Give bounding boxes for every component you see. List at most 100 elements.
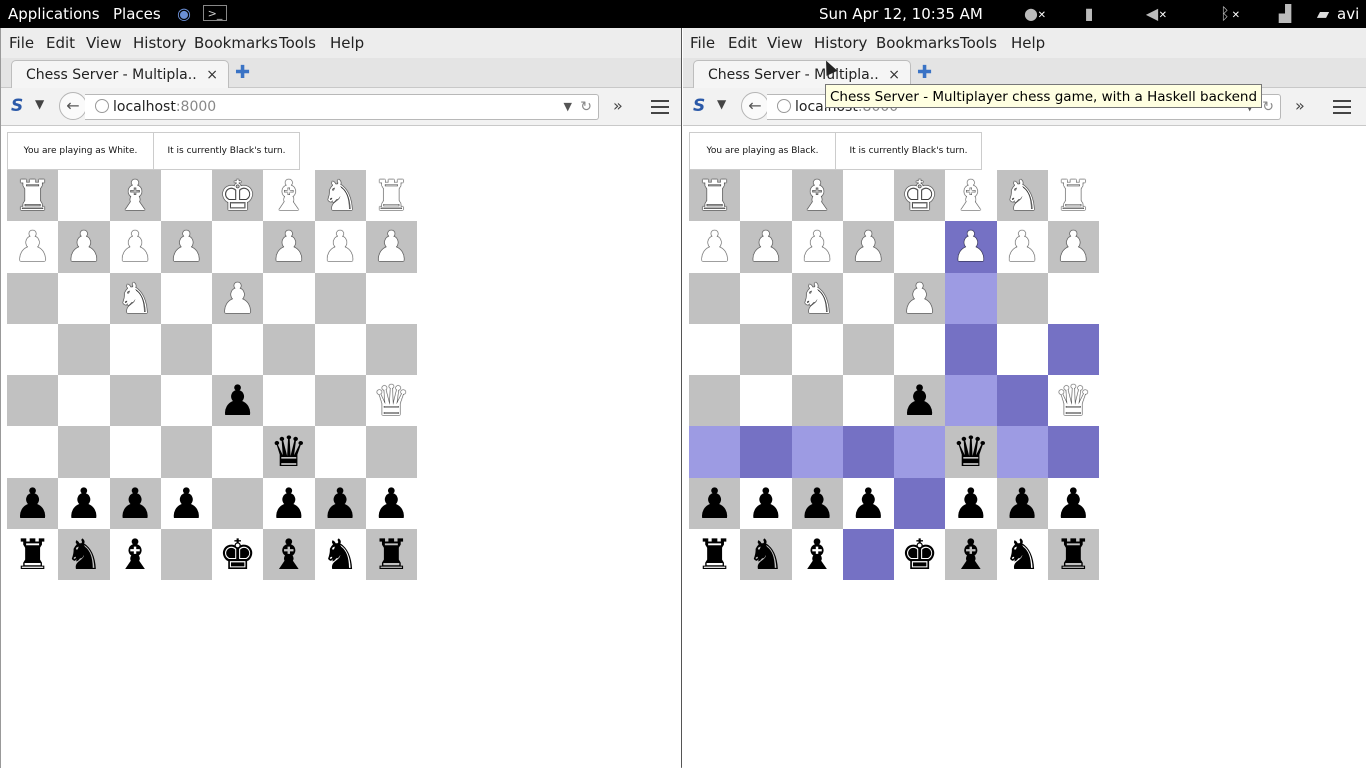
board-square[interactable]	[689, 323, 741, 375]
white-pawn-icon[interactable]: ♟	[212, 272, 264, 324]
board-square-highlighted[interactable]	[689, 426, 741, 478]
board-square[interactable]	[365, 426, 417, 478]
white-pawn-icon[interactable]: ♟	[894, 272, 946, 324]
board-square-highlighted[interactable]	[1047, 323, 1099, 375]
black-pawn-icon[interactable]: ♟	[365, 477, 417, 529]
board-square[interactable]	[212, 323, 264, 375]
applications-menu[interactable]: Applications	[8, 0, 100, 28]
black-bishop-icon[interactable]: ♝	[109, 528, 161, 580]
black-pawn-icon[interactable]: ♟	[160, 477, 212, 529]
black-pawn-icon[interactable]: ♟	[263, 477, 315, 529]
black-pawn-icon[interactable]: ♟	[689, 477, 741, 529]
black-king-icon[interactable]: ♚	[212, 528, 264, 580]
back-button[interactable]: ←	[741, 92, 769, 120]
board-square[interactable]	[109, 375, 161, 427]
white-pawn-icon[interactable]: ♟	[109, 221, 161, 273]
white-rook-icon[interactable]: ♜	[1047, 170, 1099, 222]
board-square[interactable]	[160, 426, 212, 478]
black-rook-icon[interactable]: ♜	[689, 528, 741, 580]
black-knight-icon[interactable]: ♞	[740, 528, 792, 580]
board-square[interactable]	[160, 272, 212, 324]
white-knight-icon[interactable]: ♞	[109, 272, 161, 324]
board-square[interactable]	[365, 323, 417, 375]
browser-globe-icon[interactable]: ◉	[173, 4, 195, 24]
board-square[interactable]	[58, 375, 110, 427]
sync-icon[interactable]: S	[693, 96, 705, 116]
menu-help[interactable]: Help	[330, 28, 364, 58]
board-square[interactable]	[842, 375, 894, 427]
board-square[interactable]	[996, 272, 1048, 324]
board-square[interactable]	[842, 272, 894, 324]
white-knight-icon[interactable]: ♞	[314, 170, 366, 222]
menu-file[interactable]: File	[9, 28, 34, 58]
board-square-highlighted[interactable]	[996, 426, 1048, 478]
board-square[interactable]	[314, 426, 366, 478]
black-rook-icon[interactable]: ♜	[1047, 528, 1099, 580]
board-square[interactable]	[212, 426, 264, 478]
board-square-highlighted[interactable]	[842, 426, 894, 478]
menu-tools[interactable]: Tools	[960, 28, 997, 58]
menu-view[interactable]: View	[767, 28, 803, 58]
board-square[interactable]	[109, 426, 161, 478]
white-pawn-icon[interactable]: ♟	[945, 221, 997, 273]
board-square[interactable]	[894, 323, 946, 375]
menu-file[interactable]: File	[690, 28, 715, 58]
board-square[interactable]	[160, 170, 212, 222]
board-square[interactable]	[842, 323, 894, 375]
chevron-down-icon[interactable]: ▼	[35, 97, 44, 111]
board-square[interactable]	[7, 375, 59, 427]
black-pawn-icon[interactable]: ♟	[1047, 477, 1099, 529]
board-square-highlighted[interactable]	[945, 272, 997, 324]
board-square-highlighted[interactable]	[1047, 426, 1099, 478]
board-square-highlighted[interactable]	[894, 477, 946, 529]
white-bishop-icon[interactable]: ♝	[791, 170, 843, 222]
menu-edit[interactable]: Edit	[728, 28, 757, 58]
black-king-icon[interactable]: ♚	[894, 528, 946, 580]
menu-tools[interactable]: Tools	[279, 28, 316, 58]
board-square[interactable]	[894, 221, 946, 273]
board-square-highlighted[interactable]	[894, 426, 946, 478]
black-pawn-icon[interactable]: ♟	[791, 477, 843, 529]
black-knight-icon[interactable]: ♞	[58, 528, 110, 580]
black-queen-icon[interactable]: ♛	[945, 426, 997, 478]
white-pawn-icon[interactable]: ♟	[263, 221, 315, 273]
board-square[interactable]	[160, 528, 212, 580]
white-bishop-icon[interactable]: ♝	[109, 170, 161, 222]
board-square-highlighted[interactable]	[945, 375, 997, 427]
white-pawn-icon[interactable]: ♟	[160, 221, 212, 273]
black-rook-icon[interactable]: ♜	[365, 528, 417, 580]
black-pawn-icon[interactable]: ♟	[996, 477, 1048, 529]
board-square[interactable]	[314, 375, 366, 427]
white-rook-icon[interactable]: ♜	[689, 170, 741, 222]
menu-bookmarks[interactable]: Bookmarks	[876, 28, 960, 58]
white-pawn-icon[interactable]: ♟	[314, 221, 366, 273]
hamburger-menu-icon[interactable]	[1333, 100, 1351, 114]
white-pawn-icon[interactable]: ♟	[996, 221, 1048, 273]
board-square[interactable]	[689, 375, 741, 427]
tab-chess-server[interactable]: Chess Server - Multipla... ×	[11, 60, 229, 89]
menu-help[interactable]: Help	[1011, 28, 1045, 58]
board-square-highlighted[interactable]	[945, 323, 997, 375]
white-pawn-icon[interactable]: ♟	[7, 221, 59, 273]
black-queen-icon[interactable]: ♛	[263, 426, 315, 478]
board-square[interactable]	[791, 323, 843, 375]
reload-icon[interactable]: ↻	[580, 95, 592, 119]
menu-history[interactable]: History	[814, 28, 867, 58]
board-square[interactable]	[160, 323, 212, 375]
white-queen-icon[interactable]: ♛	[1047, 375, 1099, 427]
board-square[interactable]	[58, 323, 110, 375]
board-square[interactable]	[212, 221, 264, 273]
board-square[interactable]	[365, 272, 417, 324]
menu-view[interactable]: View	[86, 28, 122, 58]
reload-icon[interactable]: ↻	[1262, 95, 1274, 119]
board-square[interactable]	[58, 272, 110, 324]
white-queen-icon[interactable]: ♛	[365, 375, 417, 427]
black-pawn-icon[interactable]: ♟	[945, 477, 997, 529]
volume-muted-icon[interactable]: ◀ ✕	[1141, 4, 1167, 24]
board-square[interactable]	[263, 375, 315, 427]
black-bishop-icon[interactable]: ♝	[945, 528, 997, 580]
clock[interactable]: Sun Apr 12, 10:35 AM	[819, 0, 983, 28]
white-pawn-icon[interactable]: ♟	[791, 221, 843, 273]
board-square[interactable]	[314, 323, 366, 375]
white-rook-icon[interactable]: ♜	[365, 170, 417, 222]
